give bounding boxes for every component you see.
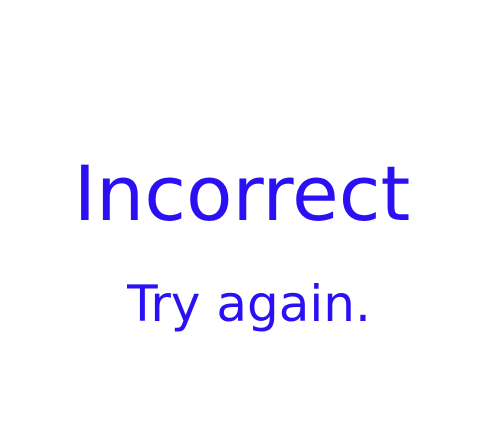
feedback-message: Try again. xyxy=(127,275,371,333)
feedback-title: Incorrect xyxy=(73,149,411,238)
feedback-panel: Incorrect Try again. xyxy=(0,0,488,443)
